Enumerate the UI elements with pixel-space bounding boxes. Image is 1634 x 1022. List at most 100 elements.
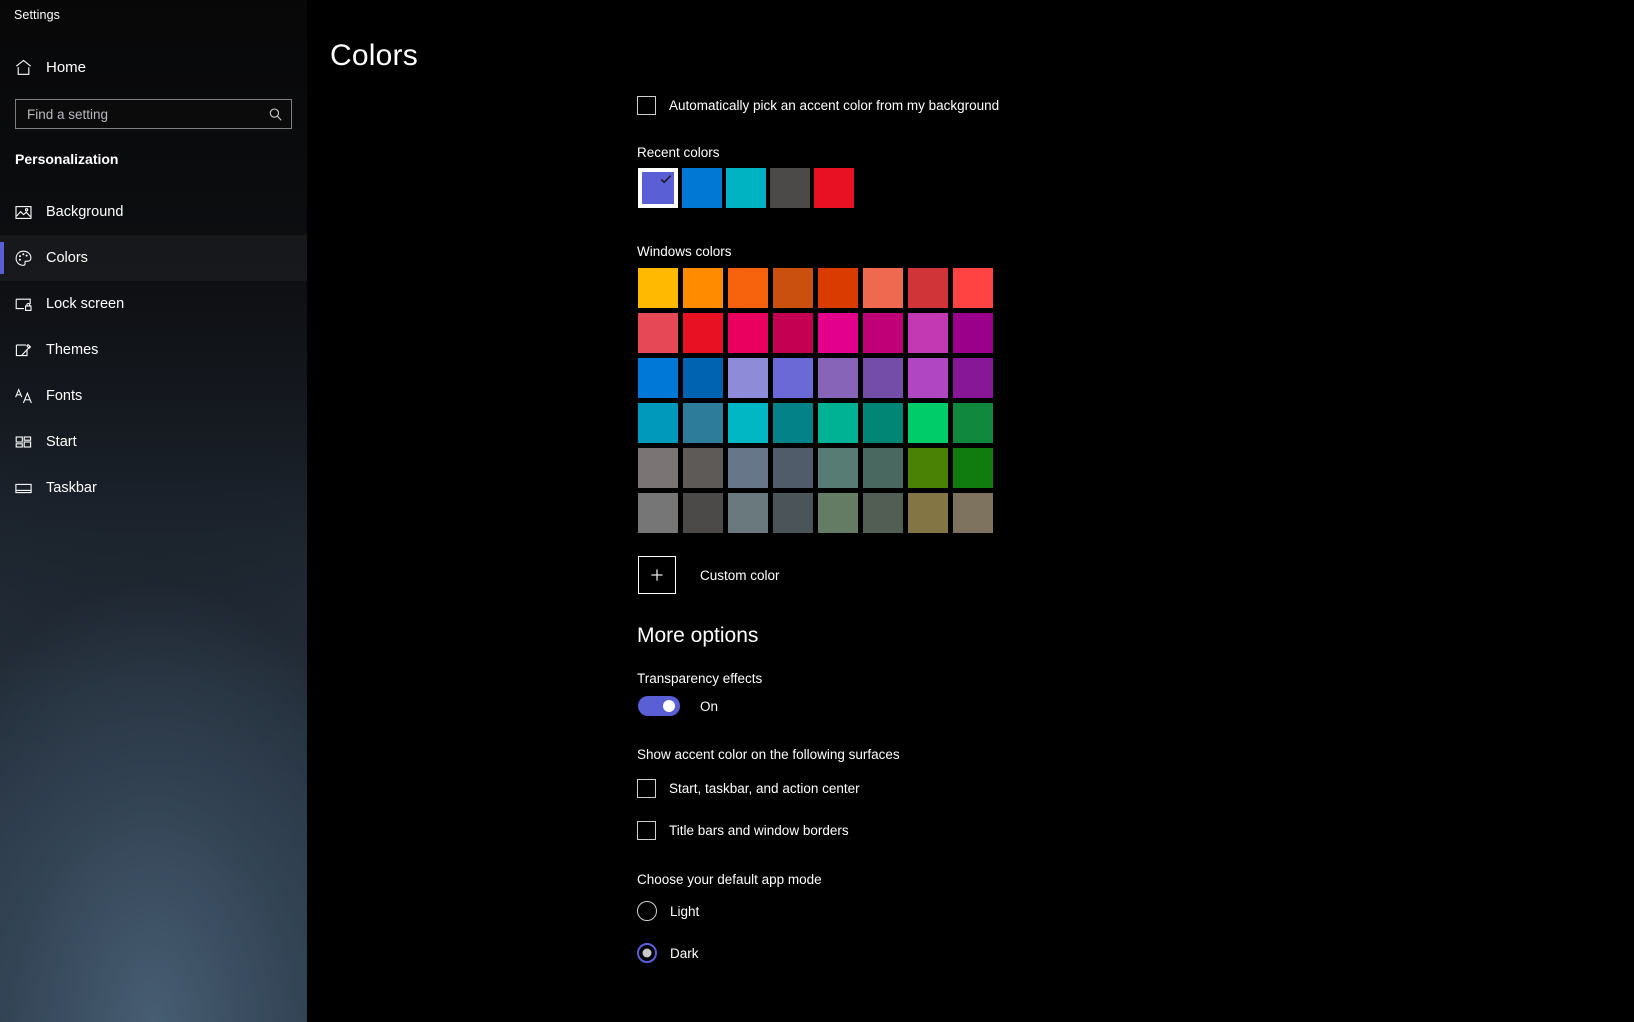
transparency-toggle-row[interactable]: On xyxy=(638,696,718,716)
windows-color-swatch-5-6[interactable] xyxy=(908,493,948,533)
windows-color-swatch-0-1[interactable] xyxy=(683,268,723,308)
app-mode-radio-row-dark[interactable]: Dark xyxy=(637,943,699,963)
windows-color-swatch-5-5[interactable] xyxy=(863,493,903,533)
windows-color-swatch-2-1[interactable] xyxy=(683,358,723,398)
transparency-toggle[interactable] xyxy=(638,696,680,716)
windows-color-swatch-2-6[interactable] xyxy=(908,358,948,398)
taskbar-icon xyxy=(14,479,44,498)
windows-color-swatch-5-7[interactable] xyxy=(953,493,993,533)
sidebar-item-colors[interactable]: Colors xyxy=(0,235,307,281)
windows-color-swatch-4-1[interactable] xyxy=(683,448,723,488)
search-wrapper xyxy=(15,99,291,129)
transparency-state-label: On xyxy=(700,699,718,714)
image-icon xyxy=(14,203,44,222)
fonts-icon xyxy=(14,387,44,406)
windows-color-swatch-4-3[interactable] xyxy=(773,448,813,488)
windows-color-swatch-1-0[interactable] xyxy=(638,313,678,353)
windows-colors-row xyxy=(638,493,998,533)
windows-color-swatch-4-4[interactable] xyxy=(818,448,858,488)
recent-swatch-2[interactable] xyxy=(726,168,766,208)
windows-color-swatch-3-0[interactable] xyxy=(638,403,678,443)
custom-color-label: Custom color xyxy=(700,568,780,583)
windows-color-swatch-4-5[interactable] xyxy=(863,448,903,488)
search-icon[interactable] xyxy=(268,107,283,122)
surface-label-titlebars: Title bars and window borders xyxy=(669,823,849,838)
windows-color-swatch-5-4[interactable] xyxy=(818,493,858,533)
windows-color-swatch-1-3[interactable] xyxy=(773,313,813,353)
surface-checkbox-titlebars[interactable] xyxy=(637,821,656,840)
lockscreen-icon xyxy=(14,295,44,314)
windows-color-swatch-0-2[interactable] xyxy=(728,268,768,308)
app-mode-radio-light[interactable] xyxy=(637,901,657,921)
more-options-heading-wrap: More options xyxy=(637,624,758,648)
auto-accent-checkbox-row[interactable]: Automatically pick an accent color from … xyxy=(637,96,999,115)
recent-swatch-4[interactable] xyxy=(814,168,854,208)
checkmark-icon xyxy=(658,171,674,187)
sidebar-item-themes[interactable]: Themes xyxy=(0,327,307,373)
windows-color-swatch-5-2[interactable] xyxy=(728,493,768,533)
sidebar-item-home[interactable]: Home xyxy=(0,47,307,87)
sidebar-item-start[interactable]: Start xyxy=(0,419,307,465)
windows-color-swatch-0-7[interactable] xyxy=(953,268,993,308)
sidebar-category-title: Personalization xyxy=(15,151,307,167)
auto-accent-checkbox[interactable] xyxy=(637,96,656,115)
windows-color-swatch-5-3[interactable] xyxy=(773,493,813,533)
app-mode-label-dark: Dark xyxy=(670,946,699,961)
windows-color-swatch-3-1[interactable] xyxy=(683,403,723,443)
surfaces-heading-wrap: Show accent color on the following surfa… xyxy=(637,746,900,764)
windows-color-swatch-4-0[interactable] xyxy=(638,448,678,488)
windows-color-swatch-3-4[interactable] xyxy=(818,403,858,443)
search-box[interactable] xyxy=(15,99,292,129)
windows-color-swatch-0-0[interactable] xyxy=(638,268,678,308)
windows-color-swatch-4-2[interactable] xyxy=(728,448,768,488)
recent-swatch-3[interactable] xyxy=(770,168,810,208)
windows-color-swatch-2-3[interactable] xyxy=(773,358,813,398)
app-mode-radio-dark[interactable] xyxy=(637,943,657,963)
custom-color-row[interactable]: Custom color xyxy=(638,556,780,594)
windows-color-swatch-2-2[interactable] xyxy=(728,358,768,398)
windows-color-swatch-3-5[interactable] xyxy=(863,403,903,443)
windows-color-swatch-1-7[interactable] xyxy=(953,313,993,353)
windows-color-swatch-1-1[interactable] xyxy=(683,313,723,353)
sidebar-item-background[interactable]: Background xyxy=(0,189,307,235)
app-mode-radio-row-light[interactable]: Light xyxy=(637,901,699,921)
windows-colors-row xyxy=(638,358,998,398)
windows-color-swatch-5-0[interactable] xyxy=(638,493,678,533)
windows-color-swatch-3-3[interactable] xyxy=(773,403,813,443)
sidebar-item-lock-screen[interactable]: Lock screen xyxy=(0,281,307,327)
windows-color-swatch-0-3[interactable] xyxy=(773,268,813,308)
windows-color-swatch-0-5[interactable] xyxy=(863,268,903,308)
windows-color-swatch-4-6[interactable] xyxy=(908,448,948,488)
windows-color-swatch-1-2[interactable] xyxy=(728,313,768,353)
custom-color-button[interactable] xyxy=(638,556,676,594)
sidebar-item-lock-screen-label: Lock screen xyxy=(46,296,124,312)
windows-color-swatch-4-7[interactable] xyxy=(953,448,993,488)
windows-color-swatch-2-4[interactable] xyxy=(818,358,858,398)
app-mode-label-light: Light xyxy=(670,904,699,919)
windows-color-swatch-0-6[interactable] xyxy=(908,268,948,308)
surface-checkbox-start[interactable] xyxy=(637,779,656,798)
windows-color-swatch-2-0[interactable] xyxy=(638,358,678,398)
windows-color-swatch-0-4[interactable] xyxy=(818,268,858,308)
search-input[interactable] xyxy=(27,107,268,122)
surface-label-start: Start, taskbar, and action center xyxy=(669,781,860,796)
windows-color-swatch-2-5[interactable] xyxy=(863,358,903,398)
settings-window: Settings Home Perso xyxy=(0,0,1634,1022)
recent-swatch-0[interactable] xyxy=(638,168,678,208)
recent-colors-heading-wrap: Recent colors xyxy=(637,144,720,162)
recent-swatch-1[interactable] xyxy=(682,168,722,208)
surface-checkbox-row-start[interactable]: Start, taskbar, and action center xyxy=(637,779,860,798)
windows-color-swatch-2-7[interactable] xyxy=(953,358,993,398)
windows-colors-row xyxy=(638,403,998,443)
windows-color-swatch-3-7[interactable] xyxy=(953,403,993,443)
recent-colors-heading: Recent colors xyxy=(637,145,720,160)
windows-color-swatch-3-6[interactable] xyxy=(908,403,948,443)
sidebar-item-fonts[interactable]: Fonts xyxy=(0,373,307,419)
sidebar-item-taskbar[interactable]: Taskbar xyxy=(0,465,307,511)
windows-color-swatch-1-4[interactable] xyxy=(818,313,858,353)
windows-color-swatch-1-5[interactable] xyxy=(863,313,903,353)
surface-checkbox-row-titlebars[interactable]: Title bars and window borders xyxy=(637,821,849,840)
windows-color-swatch-1-6[interactable] xyxy=(908,313,948,353)
windows-color-swatch-3-2[interactable] xyxy=(728,403,768,443)
windows-color-swatch-5-1[interactable] xyxy=(683,493,723,533)
